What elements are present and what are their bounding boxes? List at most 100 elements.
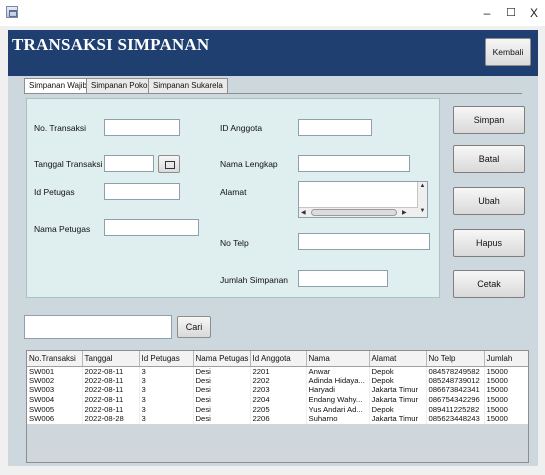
- table-cell: 3: [139, 385, 194, 395]
- table-cell: Endang Wahy...: [306, 394, 370, 405]
- table-cell: SW004: [27, 394, 83, 405]
- table-cell: Desi: [193, 366, 251, 376]
- table-cell: 3: [139, 394, 194, 405]
- table-cell: 085623448243: [426, 413, 485, 424]
- scroll-up-icon[interactable]: ▲: [418, 182, 427, 190]
- no-transaksi-input[interactable]: [104, 119, 180, 136]
- table-cell: Depok: [369, 404, 427, 414]
- table-cell: 15000: [484, 385, 528, 395]
- column-header[interactable]: Id Petugas: [139, 351, 194, 367]
- column-header[interactable]: Tanggal: [82, 351, 140, 367]
- cetak-button[interactable]: Cetak: [453, 270, 525, 298]
- scroll-right-icon[interactable]: ▶: [402, 209, 407, 217]
- table-cell: SW001: [27, 366, 83, 376]
- table-cell: 2205: [250, 404, 307, 414]
- table-cell: SW005: [27, 404, 83, 414]
- table-cell: 2204: [250, 394, 307, 405]
- table-cell: Depok: [369, 366, 427, 376]
- table-cell: Yus Andari Ad...: [306, 404, 370, 414]
- scroll-down-icon[interactable]: ▼: [418, 207, 427, 215]
- table-cell: SW002: [27, 375, 83, 386]
- table-cell: Desi: [193, 413, 251, 424]
- scroll-thumb[interactable]: [311, 209, 397, 216]
- back-button[interactable]: Kembali: [485, 38, 531, 66]
- no-telp-input[interactable]: [298, 233, 430, 250]
- column-header[interactable]: Nama: [306, 351, 370, 367]
- hapus-button[interactable]: Hapus: [453, 229, 525, 257]
- table-row[interactable]: SW006 2022-08-28 3 Desi 2206 Suharno Jak…: [27, 413, 528, 424]
- label-no-telp: No Telp: [220, 238, 249, 248]
- tab-simpanan-pokok[interactable]: Simpanan Pokok: [86, 78, 157, 94]
- table-cell: 3: [139, 404, 194, 414]
- table-cell: Desi: [193, 404, 251, 414]
- jumlah-simpanan-input[interactable]: [298, 270, 388, 287]
- table-cell: Jakarta Timur: [369, 385, 427, 395]
- window-title-bar: – ☐ X: [0, 0, 545, 26]
- id-petugas-input[interactable]: [104, 183, 180, 200]
- label-tanggal-transaksi: Tanggal Transaksi: [34, 159, 103, 169]
- id-anggota-input[interactable]: [298, 119, 372, 136]
- ubah-button[interactable]: Ubah: [453, 187, 525, 215]
- page-title: TRANSAKSI SIMPANAN: [12, 35, 210, 54]
- close-button[interactable]: X: [523, 4, 545, 22]
- table-cell: 085248739012: [426, 375, 485, 386]
- nama-lengkap-input[interactable]: [298, 155, 410, 172]
- scroll-left-icon[interactable]: ◀: [301, 209, 306, 217]
- maximize-button[interactable]: ☐: [500, 4, 522, 22]
- column-header[interactable]: No Telp: [426, 351, 485, 367]
- batal-button[interactable]: Batal: [453, 145, 525, 173]
- table-header-row: No.Transaksi Tanggal Id Petugas Nama Pet…: [27, 351, 528, 367]
- table-row[interactable]: SW002 2022-08-11 3 Desi 2202 Adinda Hida…: [27, 375, 528, 386]
- table-cell: 15000: [484, 394, 528, 405]
- table-cell: 3: [139, 413, 194, 424]
- label-nama-lengkap: Nama Lengkap: [220, 159, 278, 169]
- table-cell: Adinda Hidaya...: [306, 375, 370, 386]
- table-cell: Desi: [193, 385, 251, 395]
- alamat-vertical-scrollbar[interactable]: ▲ ▼: [417, 182, 427, 217]
- label-nama-petugas: Nama Petugas: [34, 224, 91, 234]
- table-cell: 15000: [484, 413, 528, 424]
- table-cell: 089411225282: [426, 404, 485, 414]
- table-row[interactable]: SW004 2022-08-11 3 Desi 2204 Endang Wahy…: [27, 394, 528, 405]
- nama-petugas-input[interactable]: [104, 219, 199, 236]
- table-cell: 3: [139, 366, 194, 376]
- table-cell: Anwar: [306, 366, 370, 376]
- cari-button[interactable]: Cari: [177, 316, 211, 338]
- table-cell: SW003: [27, 385, 83, 395]
- tab-simpanan-sukarela[interactable]: Simpanan Sukarela: [148, 78, 228, 94]
- table-cell: 086673842341: [426, 385, 485, 395]
- tanggal-transaksi-input[interactable]: [104, 155, 154, 172]
- tab-divider: [24, 93, 522, 94]
- table-row[interactable]: SW003 2022-08-11 3 Desi 2203 Haryadi Jak…: [27, 385, 528, 395]
- tab-simpanan-wajib[interactable]: Simpanan Wajib: [24, 78, 92, 94]
- calendar-picker-button[interactable]: [158, 155, 180, 173]
- search-input[interactable]: [24, 315, 172, 339]
- table-cell: 2202: [250, 375, 307, 386]
- table-cell: 2022-08-11: [82, 366, 140, 376]
- table-cell: 086754342296: [426, 394, 485, 405]
- column-header[interactable]: Alamat: [369, 351, 427, 367]
- simpan-button[interactable]: Simpan: [453, 106, 525, 134]
- column-header[interactable]: Id Anggota: [250, 351, 307, 367]
- table-row[interactable]: SW001 2022-08-11 3 Desi 2201 Anwar Depok…: [27, 366, 528, 376]
- table-cell: 2203: [250, 385, 307, 395]
- column-header[interactable]: No.Transaksi: [27, 351, 83, 367]
- minimize-button[interactable]: –: [476, 4, 498, 22]
- table-cell: 2022-08-11: [82, 375, 140, 386]
- label-alamat: Alamat: [220, 187, 247, 197]
- table-cell: Desi: [193, 375, 251, 386]
- transaksi-table: No.Transaksi Tanggal Id Petugas Nama Pet…: [26, 350, 529, 463]
- label-id-anggota: ID Anggota: [220, 123, 263, 133]
- column-header[interactable]: Nama Petugas: [193, 351, 251, 367]
- table-row[interactable]: SW005 2022-08-11 3 Desi 2205 Yus Andari …: [27, 404, 528, 414]
- table-cell: Haryadi: [306, 385, 370, 395]
- table-cell: Jakarta Timur: [369, 413, 427, 424]
- table-cell: 3: [139, 375, 194, 386]
- table-cell: 2022-08-28: [82, 413, 140, 424]
- label-jumlah-simpanan: Jumlah Simpanan: [220, 275, 289, 285]
- table-cell: 15000: [484, 375, 528, 386]
- column-header[interactable]: Jumlah: [484, 351, 528, 367]
- alamat-textarea[interactable]: ▲ ▼ ◀ ▶: [298, 181, 428, 218]
- table-cell: Jakarta Timur: [369, 394, 427, 405]
- alamat-horizontal-scrollbar[interactable]: ◀ ▶: [299, 207, 418, 217]
